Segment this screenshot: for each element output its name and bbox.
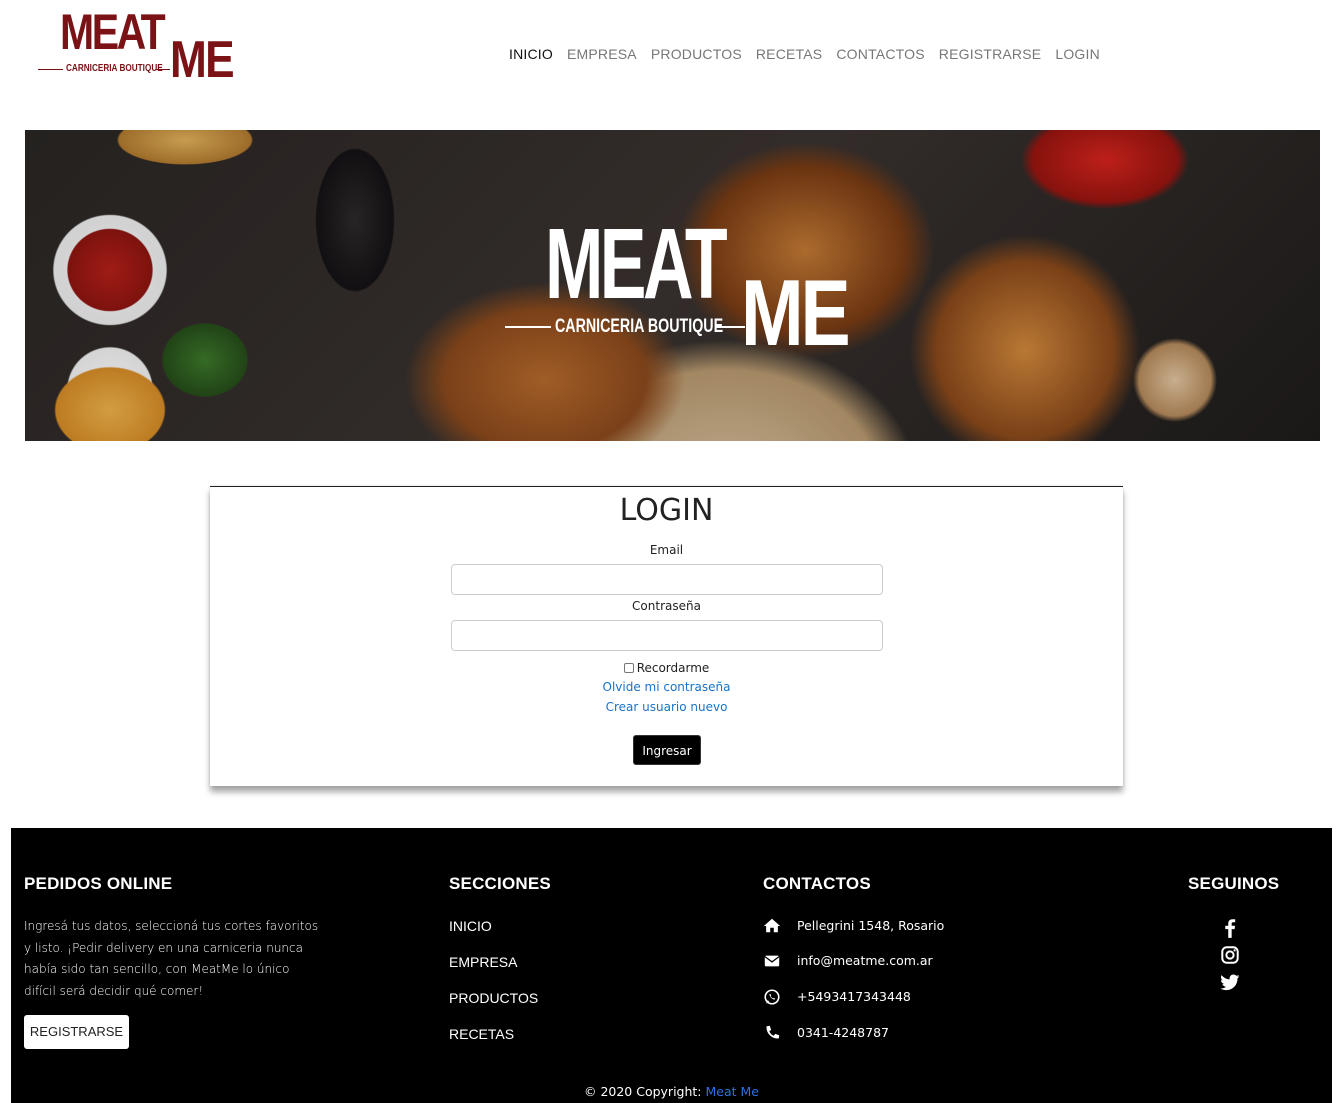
login-submit-button[interactable]: Ingresar: [633, 735, 701, 765]
logo-second-text: ME: [170, 31, 235, 89]
site-footer: PEDIDOS ONLINE Ingresá tus datos, selecc…: [11, 828, 1332, 1103]
banner-logo: MEAT ME CARNICERIA BOUTIQUE: [505, 208, 851, 365]
banner-tagline-line-left: [505, 326, 551, 328]
hero-banner-image: MEAT ME CARNICERIA BOUTIQUE: [25, 130, 1320, 441]
banner-tagline-text: CARNICERIA BOUTIQUE: [555, 316, 724, 337]
logo-tagline-line-right: [156, 69, 170, 70]
remember-label[interactable]: Recordarme: [637, 661, 710, 675]
footer-social-title: SEGUINOS: [1188, 874, 1280, 893]
home-icon: [763, 918, 781, 933]
site-logo[interactable]: MEAT ME CARNICERIA BOUTIQUE: [38, 4, 235, 89]
email-field[interactable]: [451, 564, 883, 595]
nav-item-empresa[interactable]: EMPRESA: [560, 44, 644, 64]
footer-register-button[interactable]: REGISTRARSE: [24, 1015, 129, 1049]
instagram-icon[interactable]: [1219, 944, 1241, 966]
footer-link-productos[interactable]: PRODUCTOS: [449, 989, 538, 1007]
login-card: LOGIN Email Contraseña Recordarme Olvide…: [210, 486, 1123, 786]
remember-checkbox[interactable]: [623, 663, 634, 673]
logo-tagline-line-left: [38, 69, 63, 70]
footer-copyright: © 2020 Copyright: Meat Me: [11, 1083, 1332, 1101]
envelope-icon: [764, 955, 780, 967]
nav-item-login[interactable]: LOGIN: [1048, 44, 1107, 64]
contact-address: Pellegrini 1548, Rosario: [763, 916, 944, 936]
banner-logo-tagline: CARNICERIA BOUTIQUE: [505, 316, 745, 338]
site-header: MEAT ME CARNICERIA BOUTIQUE INICIO EMPRE…: [0, 0, 1344, 110]
email-label: Email: [649, 543, 684, 557]
twitter-icon[interactable]: [1219, 971, 1241, 993]
password-field[interactable]: [451, 620, 883, 651]
nav-item-contactos[interactable]: CONTACTOS: [829, 44, 931, 64]
forgot-password-link[interactable]: Olvide mi contraseña: [210, 679, 1123, 695]
contact-whatsapp-text: +5493417343448: [797, 989, 911, 1004]
logo-tagline: CARNICERIA BOUTIQUE: [38, 62, 170, 76]
contact-phone: 0341-4248787: [763, 1023, 889, 1043]
footer-link-recetas[interactable]: RECETAS: [449, 1025, 514, 1043]
footer-online-text: Ingresá tus datos, seleccioná tus cortes…: [24, 919, 319, 998]
contact-email-text[interactable]: info@meatme.com.ar: [797, 951, 933, 971]
banner-logo-main: MEAT: [545, 208, 728, 320]
login-title: LOGIN: [619, 493, 714, 528]
logo-tagline-text: CARNICERIA BOUTIQUE: [66, 63, 163, 74]
banner-tagline-line-right: [715, 326, 745, 328]
footer-link-inicio[interactable]: INICIO: [449, 917, 492, 935]
main-nav: INICIO EMPRESA PRODUCTOS RECETAS CONTACT…: [502, 44, 1107, 64]
password-label: Contraseña: [632, 599, 701, 613]
whatsapp-icon: [764, 989, 780, 1005]
banner-logo-second: ME: [741, 260, 851, 365]
footer-online-title: PEDIDOS ONLINE: [24, 874, 173, 893]
copyright-brand-link[interactable]: Meat Me: [706, 1084, 760, 1099]
contact-email: info@meatme.com.ar: [763, 951, 933, 971]
contact-address-text: Pellegrini 1548, Rosario: [797, 918, 945, 933]
remember-row: Recordarme: [210, 660, 1123, 676]
nav-item-recetas[interactable]: RECETAS: [749, 44, 830, 64]
create-user-link[interactable]: Crear usuario nuevo: [210, 699, 1123, 715]
copyright-text: © 2020 Copyright:: [583, 1084, 702, 1099]
logo-main-text: MEAT: [60, 4, 166, 60]
phone-icon: [766, 1025, 780, 1039]
nav-item-productos[interactable]: PRODUCTOS: [644, 44, 749, 64]
contact-whatsapp: +5493417343448: [763, 987, 911, 1007]
nav-item-registrarse[interactable]: REGISTRARSE: [932, 44, 1049, 64]
contact-phone-text: 0341-4248787: [797, 1025, 889, 1040]
nav-item-inicio[interactable]: INICIO: [502, 44, 560, 64]
footer-link-empresa[interactable]: EMPRESA: [449, 953, 517, 971]
footer-sections-title: SECCIONES: [449, 874, 551, 893]
footer-contacts-title: CONTACTOS: [763, 874, 871, 893]
facebook-icon[interactable]: [1219, 917, 1241, 939]
